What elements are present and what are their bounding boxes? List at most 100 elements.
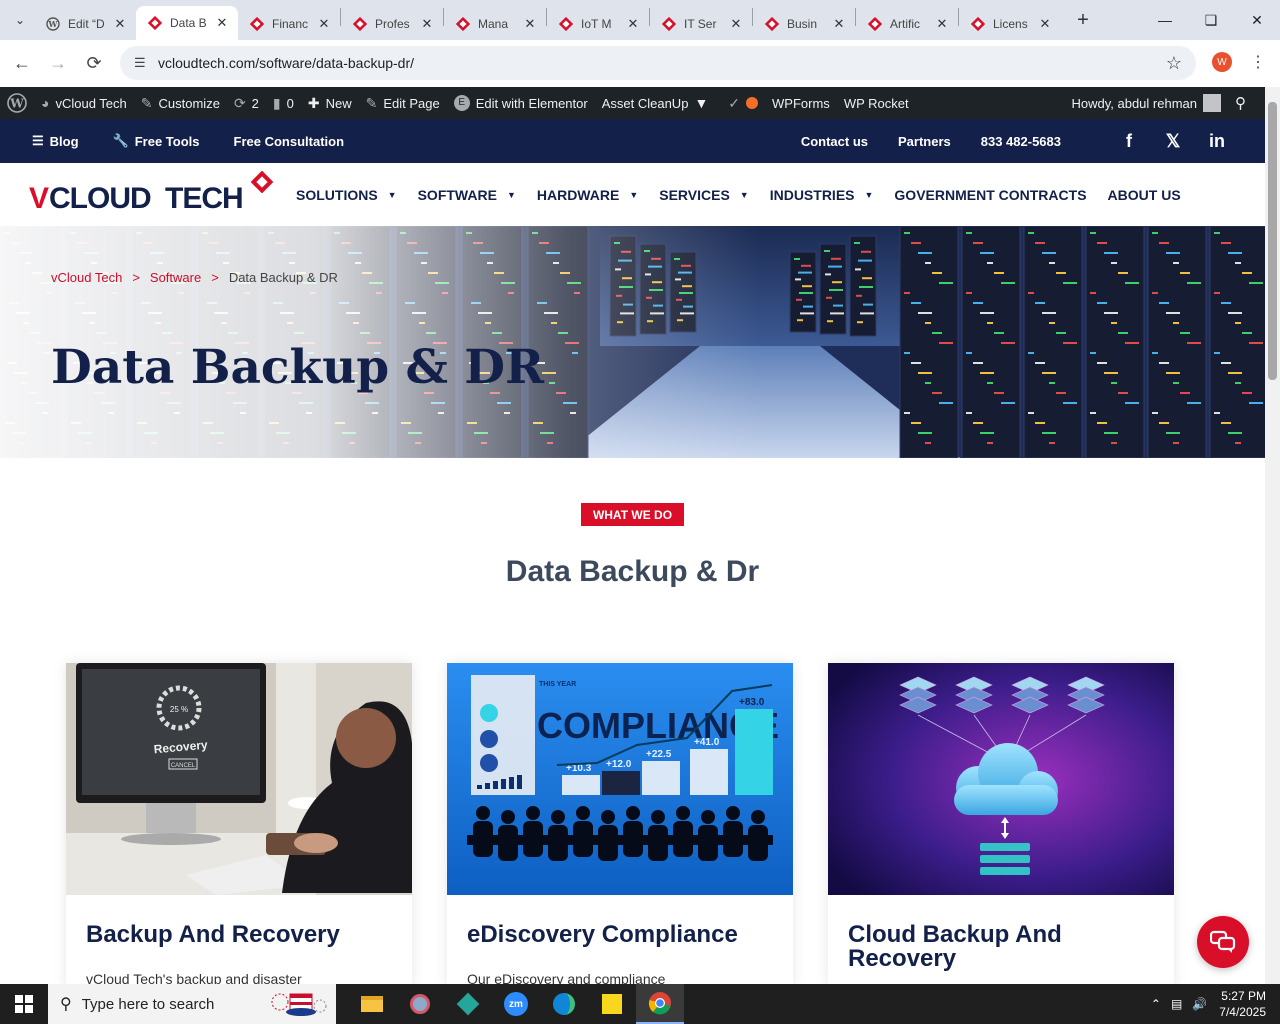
browser-tab[interactable]: IoT M ✕ xyxy=(547,8,649,40)
free-tools-link[interactable]: 🔧 Free Tools xyxy=(113,133,200,149)
tab-title: Data B xyxy=(170,16,207,30)
forward-button[interactable]: → xyxy=(40,45,76,81)
browser-tab[interactable]: IT Ser ✕ xyxy=(650,8,752,40)
nav-item-label: SOLUTIONS xyxy=(296,186,378,203)
new-tab-button[interactable]: + xyxy=(1069,9,1097,32)
facebook-icon[interactable]: f xyxy=(1117,131,1141,152)
address-toolbar: ← → ⟳ ☰ vcloudtech.com/software/data-bac… xyxy=(0,40,1280,86)
browser-menu-icon[interactable]: ⋮ xyxy=(1250,52,1266,72)
breadcrumb-home[interactable]: vCloud Tech xyxy=(51,270,122,285)
wp-rocket[interactable]: WP Rocket xyxy=(837,87,916,119)
tab-close-icon[interactable]: ✕ xyxy=(522,16,538,32)
x-twitter-icon[interactable]: 𝕏 xyxy=(1161,131,1185,152)
card-title[interactable]: Cloud Backup And Recovery xyxy=(848,923,1148,971)
tray-chevron-icon[interactable]: ⌃ xyxy=(1151,997,1161,1011)
browser-tab[interactable]: W Edit “D ✕ xyxy=(34,8,136,40)
wp-new[interactable]: ✚ New xyxy=(301,87,359,119)
bookmark-star-icon[interactable]: ☆ xyxy=(1166,53,1182,74)
browser-tab[interactable]: Mana ✕ xyxy=(444,8,546,40)
blog-link[interactable]: ☰ Blog xyxy=(32,133,79,149)
svg-text:V: V xyxy=(29,182,49,215)
tab-title: Licens xyxy=(993,17,1028,31)
tab-close-icon[interactable]: ✕ xyxy=(831,16,847,32)
close-window-button[interactable]: ✕ xyxy=(1234,0,1280,40)
scrollbar-thumb[interactable] xyxy=(1268,102,1277,380)
restore-button[interactable]: ❏ xyxy=(1188,0,1234,40)
wp-logo-menu[interactable]: W xyxy=(0,87,34,119)
snipping-tool-icon[interactable] xyxy=(396,984,444,1024)
clock[interactable]: 5:27 PM 7/4/2025 xyxy=(1219,988,1266,1020)
start-button[interactable] xyxy=(0,984,48,1024)
tab-close-icon[interactable]: ✕ xyxy=(214,15,230,31)
profile-avatar[interactable]: W xyxy=(1212,52,1232,72)
service-card-backup-recovery[interactable]: 25 % Recovery CANCEL Backup And Recovery… xyxy=(66,663,412,988)
tab-close-icon[interactable]: ✕ xyxy=(1037,16,1053,32)
tab-search-button[interactable]: ⌄ xyxy=(6,6,34,34)
linkedin-icon[interactable]: in xyxy=(1205,131,1229,152)
breadcrumb-software[interactable]: Software xyxy=(150,270,201,285)
browser-tab[interactable]: Busin ✕ xyxy=(753,8,855,40)
nav-item-about-us[interactable]: ABOUT US xyxy=(1108,187,1181,203)
site-logo[interactable]: V CLOUD TECH xyxy=(29,170,279,218)
reload-button[interactable]: ⟳ xyxy=(76,45,112,81)
taskbar-search[interactable]: ⚲ Type here to search xyxy=(48,984,336,1024)
nav-item-services[interactable]: SERVICES ▼ xyxy=(659,187,748,203)
nav-item-software[interactable]: SOFTWARE ▼ xyxy=(418,187,516,203)
minimize-button[interactable]: — xyxy=(1142,0,1188,40)
wp-customize[interactable]: ✎ Customize xyxy=(134,87,227,119)
card-image-backup: 25 % Recovery CANCEL xyxy=(66,663,412,895)
contact-link[interactable]: Contact us xyxy=(801,134,868,149)
free-consultation-link[interactable]: Free Consultation xyxy=(234,134,345,149)
service-card-cloud-backup[interactable]: Cloud Backup And Recovery xyxy=(828,663,1174,988)
nav-item-solutions[interactable]: SOLUTIONS ▼ xyxy=(296,187,397,203)
tab-close-icon[interactable]: ✕ xyxy=(419,16,435,32)
network-icon[interactable]: ▤ xyxy=(1171,997,1182,1011)
wp-edit-elementor[interactable]: E Edit with Elementor xyxy=(447,87,595,119)
back-button[interactable]: ← xyxy=(4,45,40,81)
browser-tab[interactable]: Financ ✕ xyxy=(238,8,340,40)
tab-close-icon[interactable]: ✕ xyxy=(112,16,128,32)
dashboard-gauge-icon: ◕ xyxy=(41,95,50,111)
chrome-icon[interactable] xyxy=(636,984,684,1024)
wp-wpforms[interactable]: WPForms xyxy=(765,87,837,119)
compliance-value-label: +41.0 xyxy=(694,737,720,748)
card-title[interactable]: eDiscovery Compliance xyxy=(467,923,767,947)
wp-edit-page[interactable]: ✎ Edit Page xyxy=(359,87,447,119)
nav-item-label: HARDWARE xyxy=(536,186,620,203)
address-bar[interactable]: ☰ vcloudtech.com/software/data-backup-dr… xyxy=(120,46,1196,80)
vcloud-favicon-icon xyxy=(765,17,779,31)
zoom-icon[interactable]: zm xyxy=(492,984,540,1024)
browser-tab-active[interactable]: Data B ✕ xyxy=(136,6,238,40)
chat-button[interactable] xyxy=(1197,916,1249,968)
wp-account-menu[interactable]: Howdy, abdul rehman xyxy=(1065,87,1229,119)
compliance-value-label: +83.0 xyxy=(739,697,765,708)
browser-tab[interactable]: Profes ✕ xyxy=(341,8,443,40)
nav-item-hardware[interactable]: HARDWARE ▼ xyxy=(537,187,638,203)
wp-comments[interactable]: ▮ 0 xyxy=(266,87,301,119)
app-diamond-icon[interactable] xyxy=(444,984,492,1024)
wp-asset-cleanup[interactable]: Asset CleanUp ▼ xyxy=(595,87,722,119)
card-title[interactable]: Backup And Recovery xyxy=(86,923,386,947)
file-explorer-icon[interactable] xyxy=(348,984,396,1024)
wp-search-icon[interactable]: ⚲ xyxy=(1228,87,1253,119)
wp-yoast[interactable]: ✓ xyxy=(721,87,765,119)
site-info-icon[interactable]: ☰ xyxy=(134,55,150,71)
tab-close-icon[interactable]: ✕ xyxy=(728,16,744,32)
tab-close-icon[interactable]: ✕ xyxy=(934,16,950,32)
tab-close-icon[interactable]: ✕ xyxy=(316,16,332,32)
browser-tab[interactable]: Artific ✕ xyxy=(856,8,958,40)
nav-item-government-contracts[interactable]: GOVERNMENT CONTRACTS xyxy=(894,187,1086,203)
wp-site-name[interactable]: ◕ vCloud Tech xyxy=(34,87,134,119)
partners-link[interactable]: Partners xyxy=(898,134,951,149)
tab-close-icon[interactable]: ✕ xyxy=(625,16,641,32)
chevron-down-icon: ▼ xyxy=(387,189,397,200)
sticky-notes-icon[interactable] xyxy=(588,984,636,1024)
browser-tab[interactable]: Licens ✕ xyxy=(959,8,1061,40)
service-card-ediscovery[interactable]: THIS YEAR COMPLIANCE +10.3 +12.0 +22.5 +41.… xyxy=(447,663,793,988)
phone-link[interactable]: 833 482-5683 xyxy=(981,134,1061,149)
volume-icon[interactable]: 🔊 xyxy=(1192,997,1207,1011)
edge-icon[interactable] xyxy=(540,984,588,1024)
svg-text:W: W xyxy=(9,97,24,111)
wp-updates[interactable]: ⟳ 2 xyxy=(227,87,266,119)
nav-item-industries[interactable]: INDUSTRIES ▼ xyxy=(770,187,874,203)
